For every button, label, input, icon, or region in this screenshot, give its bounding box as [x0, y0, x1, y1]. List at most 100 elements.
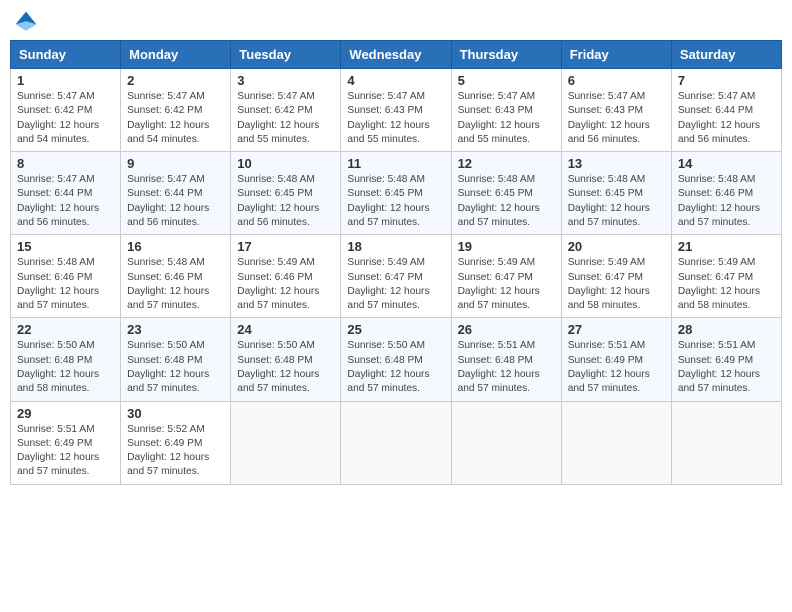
day-info: Sunrise: 5:48 AMSunset: 6:45 PMDaylight:… — [568, 174, 650, 228]
day-info: Sunrise: 5:49 AMSunset: 6:46 PMDaylight:… — [237, 257, 319, 311]
day-info: Sunrise: 5:48 AMSunset: 6:46 PMDaylight:… — [678, 174, 760, 228]
day-info: Sunrise: 5:48 AMSunset: 6:46 PMDaylight:… — [127, 257, 209, 311]
calendar-cell: 8 Sunrise: 5:47 AMSunset: 6:44 PMDayligh… — [11, 152, 121, 235]
calendar-cell: 15 Sunrise: 5:48 AMSunset: 6:46 PMDaylig… — [11, 235, 121, 318]
calendar-cell: 17 Sunrise: 5:49 AMSunset: 6:46 PMDaylig… — [231, 235, 341, 318]
day-info: Sunrise: 5:49 AMSunset: 6:47 PMDaylight:… — [347, 257, 429, 311]
calendar-cell: 28 Sunrise: 5:51 AMSunset: 6:49 PMDaylig… — [671, 318, 781, 401]
calendar-cell — [561, 401, 671, 484]
day-number: 18 — [347, 239, 444, 254]
day-info: Sunrise: 5:52 AMSunset: 6:49 PMDaylight:… — [127, 424, 209, 478]
day-number: 28 — [678, 322, 775, 337]
calendar-cell: 24 Sunrise: 5:50 AMSunset: 6:48 PMDaylig… — [231, 318, 341, 401]
day-number: 6 — [568, 73, 665, 88]
day-number: 8 — [17, 156, 114, 171]
calendar-week-row: 8 Sunrise: 5:47 AMSunset: 6:44 PMDayligh… — [11, 152, 782, 235]
page-header — [10, 10, 782, 34]
day-number: 22 — [17, 322, 114, 337]
calendar-cell: 20 Sunrise: 5:49 AMSunset: 6:47 PMDaylig… — [561, 235, 671, 318]
day-number: 11 — [347, 156, 444, 171]
day-number: 26 — [458, 322, 555, 337]
day-info: Sunrise: 5:51 AMSunset: 6:49 PMDaylight:… — [568, 340, 650, 394]
calendar-cell: 21 Sunrise: 5:49 AMSunset: 6:47 PMDaylig… — [671, 235, 781, 318]
day-info: Sunrise: 5:49 AMSunset: 6:47 PMDaylight:… — [458, 257, 540, 311]
calendar-cell: 6 Sunrise: 5:47 AMSunset: 6:43 PMDayligh… — [561, 69, 671, 152]
logo — [14, 10, 40, 34]
header-monday: Monday — [121, 41, 231, 69]
day-info: Sunrise: 5:51 AMSunset: 6:49 PMDaylight:… — [17, 424, 99, 478]
day-number: 19 — [458, 239, 555, 254]
calendar-cell: 9 Sunrise: 5:47 AMSunset: 6:44 PMDayligh… — [121, 152, 231, 235]
header-tuesday: Tuesday — [231, 41, 341, 69]
header-sunday: Sunday — [11, 41, 121, 69]
calendar-cell — [451, 401, 561, 484]
day-number: 2 — [127, 73, 224, 88]
day-number: 20 — [568, 239, 665, 254]
calendar-cell: 2 Sunrise: 5:47 AMSunset: 6:42 PMDayligh… — [121, 69, 231, 152]
day-info: Sunrise: 5:50 AMSunset: 6:48 PMDaylight:… — [347, 340, 429, 394]
calendar-cell: 22 Sunrise: 5:50 AMSunset: 6:48 PMDaylig… — [11, 318, 121, 401]
day-info: Sunrise: 5:50 AMSunset: 6:48 PMDaylight:… — [17, 340, 99, 394]
calendar-week-row: 22 Sunrise: 5:50 AMSunset: 6:48 PMDaylig… — [11, 318, 782, 401]
day-info: Sunrise: 5:47 AMSunset: 6:43 PMDaylight:… — [458, 91, 540, 145]
logo-icon — [14, 10, 38, 34]
calendar-cell: 1 Sunrise: 5:47 AMSunset: 6:42 PMDayligh… — [11, 69, 121, 152]
day-info: Sunrise: 5:47 AMSunset: 6:42 PMDaylight:… — [237, 91, 319, 145]
day-number: 24 — [237, 322, 334, 337]
calendar-cell: 29 Sunrise: 5:51 AMSunset: 6:49 PMDaylig… — [11, 401, 121, 484]
calendar-cell: 4 Sunrise: 5:47 AMSunset: 6:43 PMDayligh… — [341, 69, 451, 152]
day-number: 7 — [678, 73, 775, 88]
calendar-cell: 13 Sunrise: 5:48 AMSunset: 6:45 PMDaylig… — [561, 152, 671, 235]
day-number: 14 — [678, 156, 775, 171]
day-info: Sunrise: 5:47 AMSunset: 6:43 PMDaylight:… — [568, 91, 650, 145]
calendar-cell: 27 Sunrise: 5:51 AMSunset: 6:49 PMDaylig… — [561, 318, 671, 401]
day-number: 1 — [17, 73, 114, 88]
day-number: 13 — [568, 156, 665, 171]
calendar-cell: 3 Sunrise: 5:47 AMSunset: 6:42 PMDayligh… — [231, 69, 341, 152]
calendar-cell: 10 Sunrise: 5:48 AMSunset: 6:45 PMDaylig… — [231, 152, 341, 235]
day-number: 10 — [237, 156, 334, 171]
calendar-cell: 18 Sunrise: 5:49 AMSunset: 6:47 PMDaylig… — [341, 235, 451, 318]
day-number: 15 — [17, 239, 114, 254]
day-info: Sunrise: 5:50 AMSunset: 6:48 PMDaylight:… — [127, 340, 209, 394]
day-number: 4 — [347, 73, 444, 88]
calendar-cell: 5 Sunrise: 5:47 AMSunset: 6:43 PMDayligh… — [451, 69, 561, 152]
day-info: Sunrise: 5:48 AMSunset: 6:45 PMDaylight:… — [237, 174, 319, 228]
day-number: 5 — [458, 73, 555, 88]
header-friday: Friday — [561, 41, 671, 69]
header-thursday: Thursday — [451, 41, 561, 69]
day-info: Sunrise: 5:47 AMSunset: 6:42 PMDaylight:… — [127, 91, 209, 145]
day-info: Sunrise: 5:47 AMSunset: 6:44 PMDaylight:… — [17, 174, 99, 228]
calendar-cell — [231, 401, 341, 484]
calendar-week-row: 1 Sunrise: 5:47 AMSunset: 6:42 PMDayligh… — [11, 69, 782, 152]
header-wednesday: Wednesday — [341, 41, 451, 69]
calendar-header-row: SundayMondayTuesdayWednesdayThursdayFrid… — [11, 41, 782, 69]
day-info: Sunrise: 5:48 AMSunset: 6:46 PMDaylight:… — [17, 257, 99, 311]
calendar-cell: 30 Sunrise: 5:52 AMSunset: 6:49 PMDaylig… — [121, 401, 231, 484]
day-info: Sunrise: 5:47 AMSunset: 6:44 PMDaylight:… — [678, 91, 760, 145]
calendar-cell: 26 Sunrise: 5:51 AMSunset: 6:48 PMDaylig… — [451, 318, 561, 401]
day-info: Sunrise: 5:48 AMSunset: 6:45 PMDaylight:… — [347, 174, 429, 228]
day-number: 21 — [678, 239, 775, 254]
day-number: 17 — [237, 239, 334, 254]
calendar-cell: 7 Sunrise: 5:47 AMSunset: 6:44 PMDayligh… — [671, 69, 781, 152]
day-number: 25 — [347, 322, 444, 337]
calendar-cell: 14 Sunrise: 5:48 AMSunset: 6:46 PMDaylig… — [671, 152, 781, 235]
calendar-cell: 12 Sunrise: 5:48 AMSunset: 6:45 PMDaylig… — [451, 152, 561, 235]
day-info: Sunrise: 5:48 AMSunset: 6:45 PMDaylight:… — [458, 174, 540, 228]
calendar-week-row: 15 Sunrise: 5:48 AMSunset: 6:46 PMDaylig… — [11, 235, 782, 318]
calendar-cell: 23 Sunrise: 5:50 AMSunset: 6:48 PMDaylig… — [121, 318, 231, 401]
day-number: 23 — [127, 322, 224, 337]
day-number: 29 — [17, 406, 114, 421]
day-number: 3 — [237, 73, 334, 88]
calendar-cell — [341, 401, 451, 484]
calendar-cell — [671, 401, 781, 484]
calendar-table: SundayMondayTuesdayWednesdayThursdayFrid… — [10, 40, 782, 485]
day-number: 12 — [458, 156, 555, 171]
calendar-cell: 25 Sunrise: 5:50 AMSunset: 6:48 PMDaylig… — [341, 318, 451, 401]
day-info: Sunrise: 5:47 AMSunset: 6:43 PMDaylight:… — [347, 91, 429, 145]
day-info: Sunrise: 5:51 AMSunset: 6:48 PMDaylight:… — [458, 340, 540, 394]
day-number: 27 — [568, 322, 665, 337]
day-number: 30 — [127, 406, 224, 421]
calendar-cell: 11 Sunrise: 5:48 AMSunset: 6:45 PMDaylig… — [341, 152, 451, 235]
